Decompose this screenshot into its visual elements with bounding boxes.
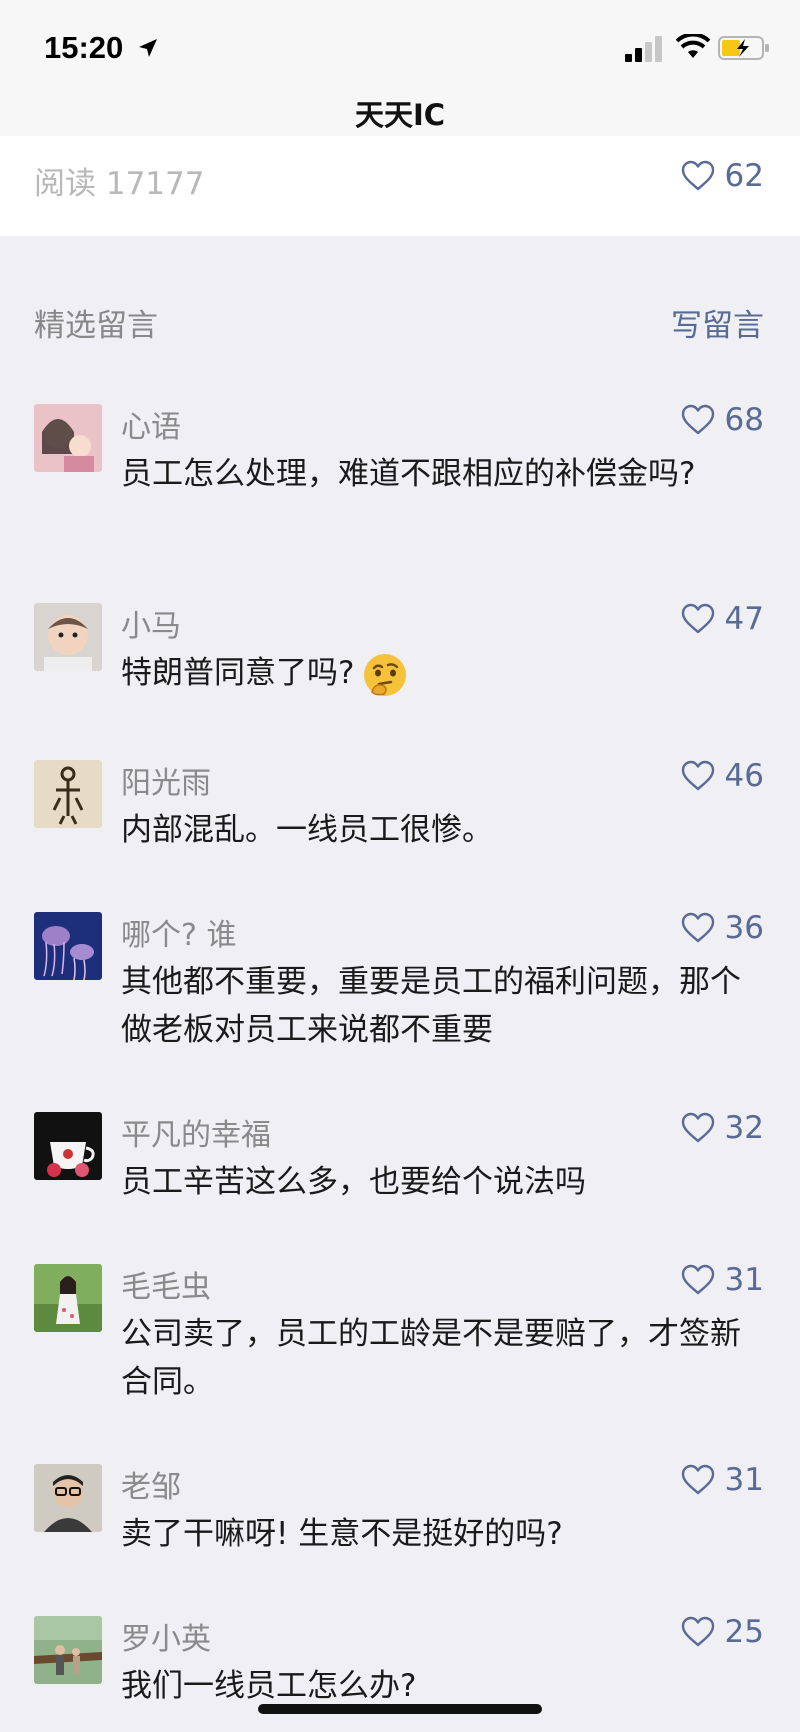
- write-comment-button[interactable]: 写留言: [671, 300, 764, 345]
- comment-like-count: 36: [724, 910, 764, 946]
- comment-author: 心语: [121, 410, 181, 445]
- comment-like-button[interactable]: 47: [681, 601, 764, 637]
- comment-author: 阳光雨: [121, 766, 211, 801]
- heart-icon: [681, 603, 714, 634]
- comment-like-count: 32: [724, 1110, 764, 1146]
- comment-like-button[interactable]: 32: [681, 1110, 764, 1146]
- comment-author: 小马: [121, 609, 181, 644]
- page-title: 天天IC: [354, 98, 446, 132]
- heart-icon: [681, 160, 714, 191]
- comment-text: 员工辛苦这么多，也要给个说法吗: [121, 1164, 586, 1200]
- comment-text: 员工怎么处理，难道不跟相应的补偿金吗?: [121, 456, 696, 492]
- status-time: 15:20: [44, 30, 124, 65]
- article-stats-bar: 阅读 17177 62: [0, 136, 800, 236]
- comment-author: 平凡的幸福: [121, 1118, 271, 1153]
- comment-like-count: 25: [724, 1614, 764, 1650]
- comment-author: 老邹: [121, 1470, 181, 1505]
- comment-author: 罗小英: [121, 1622, 211, 1657]
- comment-text: 内部混乱。一线员工很惨。: [121, 812, 493, 848]
- avatar[interactable]: [34, 1112, 102, 1180]
- battery-charging-icon: [718, 36, 769, 60]
- comment-text: 特朗普同意了吗?: [121, 649, 741, 698]
- heart-icon: [681, 1464, 714, 1495]
- avatar[interactable]: [34, 760, 102, 828]
- heart-icon: [681, 1616, 714, 1647]
- avatar[interactable]: [34, 603, 102, 671]
- comment-text: 卖了干嘛呀! 生意不是挺好的吗?: [121, 1516, 563, 1552]
- comment-like-button[interactable]: 31: [681, 1262, 764, 1298]
- heart-icon: [681, 1112, 714, 1143]
- location-arrow-icon: [139, 39, 157, 57]
- article-like-button[interactable]: 62: [681, 158, 764, 194]
- comment-like-button[interactable]: 68: [681, 402, 764, 438]
- read-count: 阅读 17177: [34, 166, 205, 202]
- comment-like-count: 47: [724, 601, 764, 637]
- signal-icon: [625, 36, 662, 62]
- comments-header: 精选留言 写留言: [0, 296, 800, 346]
- comment-like-button[interactable]: 31: [681, 1462, 764, 1498]
- comment-like-count: 31: [724, 1462, 764, 1498]
- status-bar: 15:20: [0, 0, 800, 98]
- home-indicator[interactable]: [258, 1704, 542, 1714]
- article-like-count: 62: [724, 158, 764, 194]
- heart-icon: [681, 760, 714, 791]
- comment-like-button[interactable]: 25: [681, 1614, 764, 1650]
- avatar[interactable]: [34, 1616, 102, 1684]
- comment-text-content: 特朗普同意了吗?: [121, 655, 355, 691]
- heart-icon: [681, 912, 714, 943]
- avatar[interactable]: [34, 404, 102, 472]
- comment-author: 毛毛虫: [121, 1270, 211, 1305]
- avatar[interactable]: [34, 1264, 102, 1332]
- avatar[interactable]: [34, 1464, 102, 1532]
- comment-like-button[interactable]: 46: [681, 758, 764, 794]
- comment-like-count: 46: [724, 758, 764, 794]
- heart-icon: [681, 1264, 714, 1295]
- comment-text: 公司卖了，员工的工龄是不是要赔了，才签新合同。: [121, 1316, 741, 1400]
- comment-author: 哪个? 谁: [121, 918, 237, 953]
- heart-icon: [681, 404, 714, 435]
- nav-bar: 天天IC: [0, 88, 800, 137]
- comment-like-button[interactable]: 36: [681, 910, 764, 946]
- comment-like-count: 31: [724, 1262, 764, 1298]
- avatar[interactable]: [34, 912, 102, 980]
- comment-text: 其他都不重要，重要是员工的福利问题，那个做老板对员工来说都不重要: [121, 964, 741, 1048]
- wifi-icon: [676, 34, 710, 58]
- comments-section-title: 精选留言: [34, 308, 158, 344]
- comment-like-count: 68: [724, 402, 764, 438]
- thinking-face-emoji: [364, 653, 407, 696]
- comment-text: 我们一线员工怎么办?: [121, 1668, 417, 1704]
